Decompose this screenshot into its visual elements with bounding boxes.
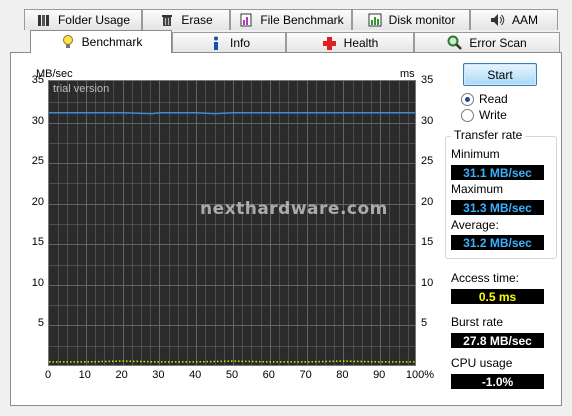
write-radio[interactable]: Write	[461, 108, 507, 122]
average-value: 31.2 MB/sec	[451, 235, 544, 250]
disk-monitor-icon	[367, 12, 383, 28]
tab-disk-monitor[interactable]: Disk monitor	[352, 9, 470, 30]
y-tick-label: 25	[31, 155, 44, 168]
write-radio-label: Write	[479, 108, 507, 122]
speaker-icon	[490, 12, 506, 28]
transfer-rate-line	[49, 112, 415, 115]
tab-label: AAM	[511, 13, 538, 27]
access-time-value: 0.5 ms	[451, 289, 544, 304]
tab-erase[interactable]: Erase	[142, 9, 230, 30]
y-tick-label: 20	[31, 195, 44, 208]
tab-error-scan[interactable]: Error Scan	[414, 32, 560, 53]
y-tick-label: 30	[421, 114, 434, 127]
tab-folder-usage[interactable]: Folder Usage	[24, 9, 142, 30]
y-tick-label: 15	[31, 236, 44, 249]
cpu-usage-label: CPU usage	[451, 356, 513, 370]
start-button[interactable]: Start	[463, 63, 537, 86]
y-tick-label: 35	[31, 74, 44, 86]
read-radio-dot[interactable]	[461, 92, 474, 106]
tab-file-benchmark[interactable]: File Benchmark	[230, 9, 352, 30]
cpu-usage-value: -1.0%	[451, 374, 544, 389]
tab-label: Error Scan	[469, 36, 527, 50]
x-tick-label: 60	[262, 369, 275, 381]
y-tick-label: 20	[421, 195, 434, 208]
x-tick-label: 80	[336, 369, 349, 381]
minimum-label: Minimum	[451, 147, 500, 161]
x-tick-label: 10	[78, 369, 91, 381]
x-tick-label: 90	[373, 369, 386, 381]
x-tick-label: 30	[152, 369, 165, 381]
write-radio-dot[interactable]	[461, 108, 474, 122]
tab-benchmark[interactable]: Benchmark	[30, 30, 172, 53]
tab-label: Benchmark	[81, 35, 143, 49]
y-axis-unit-right: ms	[400, 68, 415, 80]
chart-canvas	[49, 81, 415, 365]
info-icon	[208, 35, 224, 51]
y-tick-label: 10	[31, 276, 44, 289]
tab-info[interactable]: Info	[172, 32, 286, 53]
trial-version-label: trial version	[53, 83, 110, 95]
y-tick-label: 35	[421, 74, 434, 86]
x-tick-label: 50	[225, 369, 239, 381]
minimum-value: 31.1 MB/sec	[451, 165, 544, 180]
y-tick-label: 25	[421, 155, 434, 168]
burst-rate-value: 27.8 MB/sec	[451, 333, 544, 348]
y-tick-label: 30	[31, 114, 44, 127]
x-tick-label: 70	[299, 369, 312, 381]
health-cross-icon	[322, 35, 338, 51]
folder-usage-icon	[36, 12, 52, 28]
tab-label: Disk monitor	[388, 13, 456, 27]
y-tick-label: 15	[421, 236, 434, 249]
y-tick-label: 5	[37, 317, 44, 330]
top-tab-row: Folder Usage Erase File Benchmark Disk m…	[24, 9, 558, 30]
read-radio-label: Read	[479, 92, 508, 106]
bottom-tab-row: Benchmark Info Health Error Scan	[30, 30, 560, 53]
magnifier-icon	[447, 35, 463, 51]
x-tick-label: 100%	[405, 369, 435, 381]
tab-label: File Benchmark	[260, 13, 344, 27]
tab-label: Health	[343, 36, 379, 50]
tab-label: Folder Usage	[57, 13, 131, 27]
tab-label: Info	[229, 36, 250, 50]
y-tick-label: 5	[421, 317, 428, 330]
file-benchmark-icon	[238, 12, 254, 28]
lightbulb-icon	[60, 34, 76, 50]
tab-aam[interactable]: AAM	[470, 9, 558, 30]
maximum-value: 31.3 MB/sec	[451, 200, 544, 215]
tab-label: Erase	[181, 13, 213, 27]
benchmark-graph: trial version	[48, 80, 416, 366]
average-label: Average:	[451, 218, 499, 232]
transfer-rate-title: Transfer rate	[451, 128, 526, 142]
burst-rate-label: Burst rate	[451, 315, 504, 329]
x-tick-label: 40	[189, 369, 202, 381]
site-watermark: nexthardware.com	[200, 199, 388, 219]
read-radio[interactable]: Read	[461, 92, 508, 106]
x-tick-label: 20	[115, 369, 128, 381]
x-tick-label: 0	[44, 369, 52, 381]
maximum-label: Maximum	[451, 182, 504, 196]
y-tick-label: 10	[421, 276, 434, 289]
trash-icon	[159, 12, 175, 28]
tab-health[interactable]: Health	[286, 32, 414, 53]
access-time-label: Access time:	[451, 271, 520, 285]
